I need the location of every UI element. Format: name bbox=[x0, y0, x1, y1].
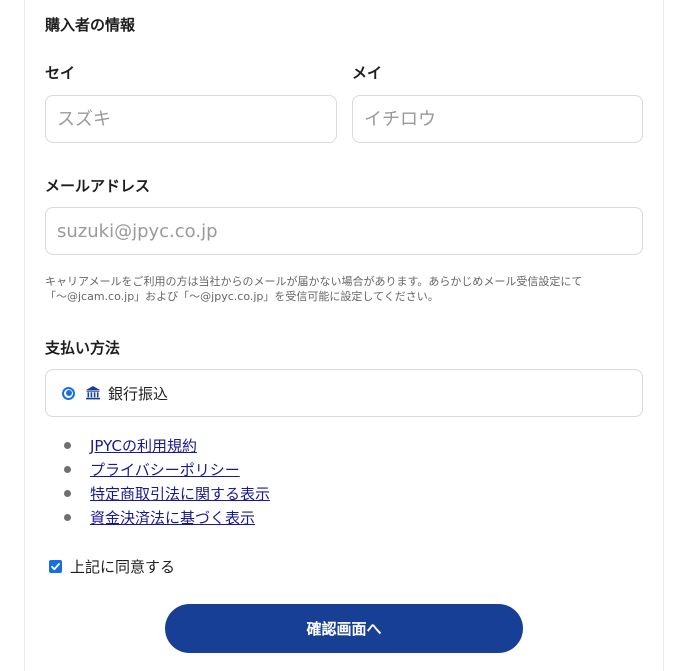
payment-option-bank-transfer[interactable]: 銀行振込 bbox=[45, 369, 643, 417]
list-item: 資金決済法に基づく表示 bbox=[60, 505, 270, 529]
mei-input[interactable] bbox=[352, 95, 643, 143]
bullet bbox=[64, 465, 71, 473]
note-line-1: キャリアメールをご利用の方は当社からのメールが届かない場合があります。あらかじめ… bbox=[45, 275, 583, 288]
agree-checkbox[interactable] bbox=[49, 560, 62, 573]
commercial-transactions-link[interactable]: 特定商取引法に関する表示 bbox=[90, 483, 270, 504]
payment-section-title: 支払い方法 bbox=[45, 339, 121, 357]
email-input[interactable] bbox=[45, 207, 643, 255]
bank-icon bbox=[85, 385, 101, 401]
carrier-mail-note: キャリアメールをご利用の方は当社からのメールが届かない場合があります。あらかじめ… bbox=[45, 274, 655, 304]
terms-link[interactable]: JPYCの利用規約 bbox=[90, 435, 197, 456]
confirm-button[interactable]: 確認画面へ bbox=[165, 604, 523, 653]
buyer-section-title: 購入者の情報 bbox=[45, 16, 136, 34]
list-item: プライバシーポリシー bbox=[60, 457, 270, 481]
sei-label: セイ bbox=[45, 64, 76, 82]
policy-links: JPYCの利用規約 プライバシーポリシー 特定商取引法に関する表示 資金決済法に… bbox=[60, 433, 270, 529]
sei-input[interactable] bbox=[45, 95, 337, 143]
privacy-policy-link[interactable]: プライバシーポリシー bbox=[90, 459, 240, 480]
note-line-2: 「～@jcam.co.jp」および「～@jpyc.co.jp」を受信可能に設定し… bbox=[45, 290, 439, 303]
agree-label: 上記に同意する bbox=[70, 558, 176, 576]
bullet bbox=[64, 441, 71, 449]
list-item: 特定商取引法に関する表示 bbox=[60, 481, 270, 505]
list-item: JPYCの利用規約 bbox=[60, 433, 270, 457]
bullet bbox=[64, 513, 71, 521]
email-label: メールアドレス bbox=[45, 177, 151, 195]
mei-label: メイ bbox=[352, 64, 383, 82]
radio-selected[interactable] bbox=[62, 386, 75, 400]
check-icon bbox=[51, 563, 60, 571]
agreement-row[interactable]: 上記に同意する bbox=[49, 556, 175, 577]
payment-option-label: 銀行振込 bbox=[108, 384, 169, 403]
payment-services-act-link[interactable]: 資金決済法に基づく表示 bbox=[90, 507, 255, 528]
bullet bbox=[64, 489, 71, 497]
